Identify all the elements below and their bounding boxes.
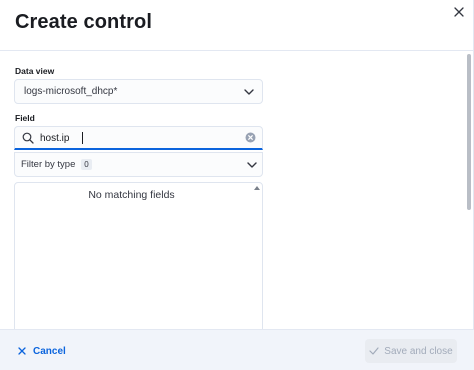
cancel-button[interactable]: Cancel bbox=[17, 342, 66, 360]
search-icon bbox=[22, 132, 34, 144]
save-and-close-label: Save and close bbox=[384, 345, 453, 357]
flyout-body: Data view logs-microsoft_dhcp* Field Fil… bbox=[0, 52, 466, 329]
scroll-up-arrow-icon[interactable] bbox=[254, 186, 260, 190]
data-view-select[interactable]: logs-microsoft_dhcp* bbox=[14, 79, 263, 104]
filter-count-badge: 0 bbox=[81, 159, 92, 170]
data-view-label: Data view bbox=[15, 66, 55, 76]
flyout-scrollbar-thumb[interactable] bbox=[467, 54, 471, 210]
flyout-header: Create control bbox=[0, 0, 474, 51]
data-view-selected-value: logs-microsoft_dhcp* bbox=[24, 86, 118, 97]
empty-results-message: No matching fields bbox=[88, 189, 175, 201]
field-search-input[interactable] bbox=[39, 130, 239, 146]
flyout-footer: Cancel Save and close bbox=[0, 329, 474, 370]
text-caret bbox=[82, 132, 83, 144]
cancel-label: Cancel bbox=[33, 345, 66, 357]
chevron-down-icon bbox=[247, 162, 257, 168]
filter-by-type-label: Filter by type bbox=[21, 159, 76, 170]
clear-icon[interactable] bbox=[245, 132, 256, 143]
field-label: Field bbox=[15, 113, 35, 123]
flyout-title: Create control bbox=[15, 11, 152, 33]
flyout-scrollbar[interactable] bbox=[465, 52, 473, 329]
close-button[interactable] bbox=[452, 5, 466, 19]
check-icon bbox=[369, 347, 379, 355]
chevron-down-icon bbox=[244, 89, 254, 95]
save-and-close-button[interactable]: Save and close bbox=[365, 339, 457, 363]
create-control-flyout: Create control Data view logs-microsoft_… bbox=[0, 0, 474, 370]
filter-by-type-button[interactable]: Filter by type 0 bbox=[14, 152, 263, 177]
field-results-list: No matching fields bbox=[14, 182, 263, 329]
field-search bbox=[14, 126, 263, 150]
results-scrollbar[interactable] bbox=[253, 183, 262, 329]
close-icon bbox=[454, 7, 464, 17]
close-icon bbox=[18, 347, 26, 355]
